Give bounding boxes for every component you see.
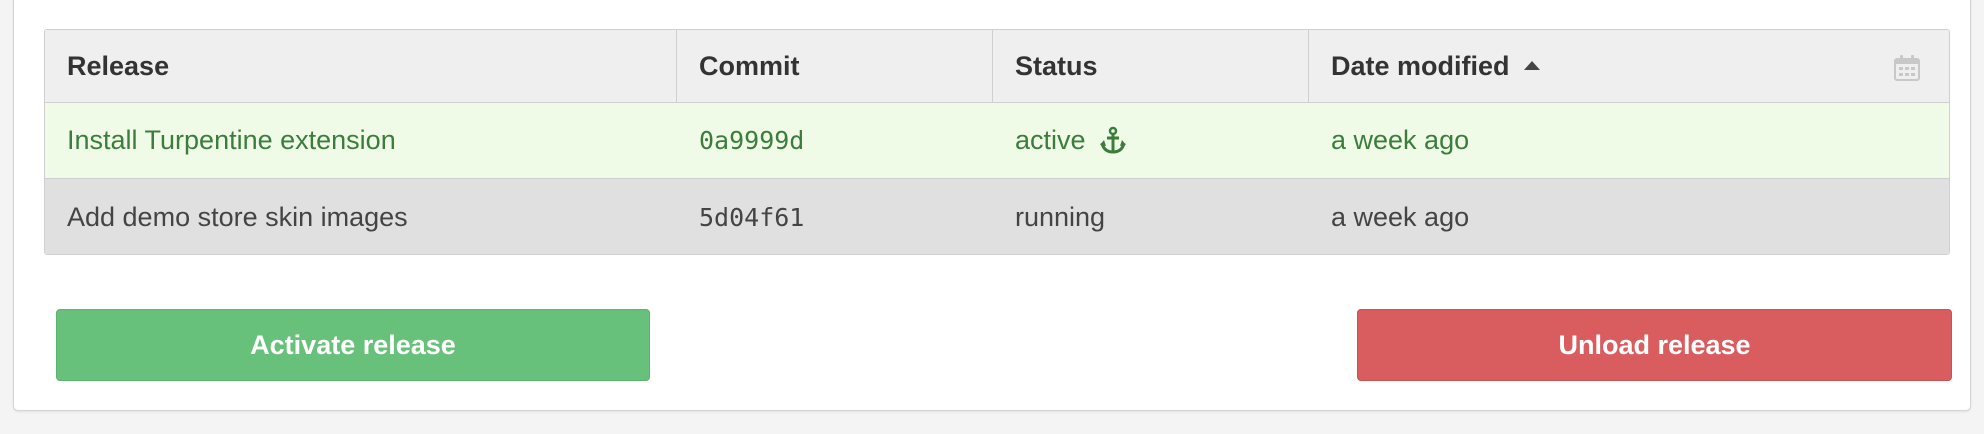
- release-name-cell: Add demo store skin images: [67, 201, 408, 232]
- table-header-row: Release Commit Status Date modified: [45, 30, 1949, 103]
- anchor-icon: [1099, 126, 1126, 154]
- column-header-label: Release: [67, 50, 170, 81]
- releases-table: Release Commit Status Date modified Inst…: [44, 29, 1950, 255]
- column-header-label: Commit: [699, 50, 800, 81]
- status-cell: running: [993, 179, 1309, 254]
- date-modified-cell: a week ago: [1331, 125, 1470, 155]
- column-header-date-modified[interactable]: Date modified: [1309, 30, 1949, 102]
- activate-release-button[interactable]: Activate release: [56, 309, 650, 381]
- table-row-active[interactable]: Install Turpentine extension 0a9999d act…: [45, 103, 1949, 179]
- date-modified-cell: a week ago: [1331, 201, 1470, 232]
- commit-hash-cell: 0a9999d: [699, 126, 805, 155]
- column-header-status[interactable]: Status: [993, 30, 1309, 102]
- commit-hash-cell: 5d04f61: [699, 202, 805, 232]
- column-header-label: Status: [1015, 50, 1098, 81]
- column-header-label: Date modified: [1331, 50, 1510, 81]
- status-cell: active: [993, 103, 1309, 178]
- status-label: active: [1015, 125, 1086, 155]
- table-row[interactable]: Add demo store skin images 5d04f61 runni…: [45, 179, 1949, 254]
- releases-panel: Release Commit Status Date modified Inst…: [13, 0, 1971, 411]
- status-label: running: [1015, 201, 1106, 232]
- column-header-commit[interactable]: Commit: [677, 30, 993, 102]
- column-header-release[interactable]: Release: [45, 30, 677, 102]
- release-name-cell: Install Turpentine extension: [67, 125, 396, 155]
- unload-release-button[interactable]: Unload release: [1357, 309, 1952, 381]
- sort-ascending-icon: [1523, 60, 1540, 70]
- calendar-icon[interactable]: [1893, 54, 1921, 82]
